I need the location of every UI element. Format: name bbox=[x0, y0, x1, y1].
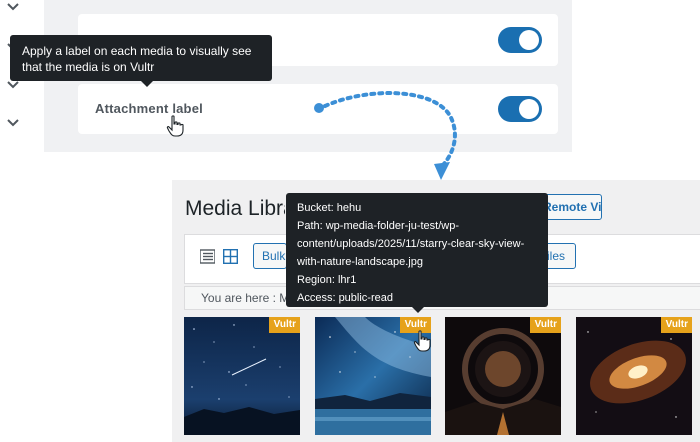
vultr-badge: Vultr bbox=[660, 317, 692, 333]
media-thumbnail[interactable]: Vultr bbox=[445, 317, 561, 435]
tooltip-text: Apply a label on each media to visually … bbox=[22, 44, 252, 74]
tooltip-access: Access: public-read bbox=[297, 292, 393, 304]
dotted-arrow-icon bbox=[314, 91, 457, 180]
list-view-icon[interactable] bbox=[199, 249, 216, 264]
media-thumbnail[interactable]: Vultr bbox=[184, 317, 300, 435]
chevron-down-icon[interactable] bbox=[6, 0, 20, 14]
tooltip-bucket: Bucket: hehu bbox=[297, 202, 362, 214]
toggle-knob bbox=[519, 99, 539, 119]
vultr-badge: Vultr bbox=[268, 317, 300, 333]
vultr-badge: Vultr bbox=[529, 317, 561, 333]
setting-toggle[interactable] bbox=[498, 27, 542, 53]
media-thumbnail[interactable]: Vultr bbox=[576, 317, 692, 435]
toggle-knob bbox=[519, 30, 539, 50]
tooltip-path-line: with-nature-landscape.jpg bbox=[297, 256, 423, 268]
hand-cursor-icon bbox=[166, 115, 184, 137]
grid-view-icon[interactable] bbox=[222, 248, 239, 265]
chevron-down-icon[interactable] bbox=[6, 116, 20, 130]
bulk-select-button[interactable]: Bulk select bbox=[253, 243, 287, 269]
attachment-label-text: Attachment label bbox=[95, 101, 203, 116]
tooltip-region: Region: lhr1 bbox=[297, 274, 357, 286]
media-info-tooltip: Bucket: hehu Path: wp-media-folder-ju-te… bbox=[286, 193, 548, 313]
remote-video-label: Remote Video bbox=[543, 200, 602, 214]
attachment-label-tooltip: Apply a label on each media to visually … bbox=[10, 35, 272, 87]
bulk-select-label: Bulk select bbox=[262, 249, 286, 263]
hand-cursor-icon bbox=[413, 330, 431, 352]
breadcrumb-text: You are here : M bbox=[201, 291, 290, 305]
attachment-label-toggle[interactable] bbox=[498, 96, 542, 122]
tooltip-path-line: content/uploads/2025/11/starry-clear-sky… bbox=[297, 238, 525, 250]
tooltip-path-line: Path: wp-media-folder-ju-test/wp- bbox=[297, 220, 460, 232]
page-title: Media Library bbox=[185, 197, 285, 220]
